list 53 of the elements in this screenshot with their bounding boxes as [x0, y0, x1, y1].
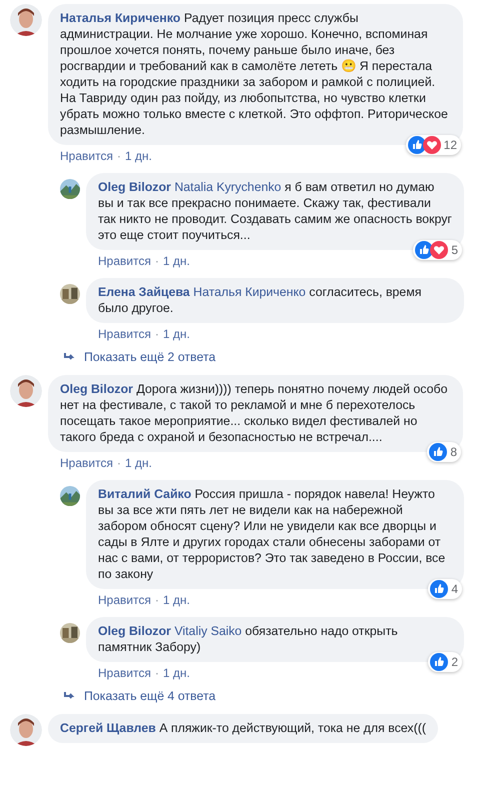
- reply-arrow-icon: [64, 691, 76, 701]
- timestamp-link[interactable]: 1 дн.: [162, 253, 190, 269]
- reactions-badge[interactable]: 5: [413, 240, 462, 260]
- show-more-replies-link[interactable]: Показать ещё 2 ответа: [84, 349, 216, 365]
- like-icon: [429, 443, 448, 461]
- timestamp-link[interactable]: 1 дн.: [162, 326, 190, 342]
- author-link[interactable]: Oleg Bilozor: [60, 382, 133, 396]
- separator-dot: ·: [154, 326, 159, 342]
- timestamp-link[interactable]: 1 дн.: [124, 455, 152, 471]
- like-link[interactable]: Нравится: [98, 253, 151, 269]
- author-link[interactable]: Oleg Bilozor: [98, 180, 171, 194]
- separator-dot: ·: [154, 665, 159, 681]
- mention-link[interactable]: Natalia Kyrychenko: [174, 180, 282, 194]
- separator-dot: ·: [116, 455, 121, 471]
- like-link[interactable]: Нравится: [60, 455, 113, 471]
- like-icon: [430, 653, 448, 671]
- reactions-badge[interactable]: 12: [406, 135, 461, 155]
- separator-dot: ·: [154, 592, 159, 608]
- comment-text: Сергей Щавлев А пляжик-то действующий, тока не для всех(((: [60, 720, 426, 736]
- like-link[interactable]: Нравится: [98, 665, 151, 681]
- comment-text: Oleg Bilozor Дорога жизни)))) теперь понятно почему людей особо нет на фестивале, с такой то рекламой и мне б перехотелось посещать такое мероприятие... сколько видел фестивалей но такого бреда с охраной и безопасностью не встречал....: [60, 381, 448, 445]
- reaction-count: 5: [451, 242, 458, 258]
- reaction-count: 8: [450, 444, 457, 460]
- reaction-count: 12: [444, 137, 457, 153]
- author-link[interactable]: Виталий Сайко: [98, 487, 192, 501]
- like-link[interactable]: Нравится: [98, 592, 151, 608]
- like-icon: [430, 580, 448, 598]
- reactions-badge[interactable]: 8: [427, 442, 461, 462]
- comment-text: Oleg Bilozor Vitaliy Saiko обязательно надо открыть памятник Забору): [98, 623, 399, 655]
- timestamp-link[interactable]: 1 дн.: [162, 665, 190, 681]
- author-link[interactable]: Oleg Bilozor: [98, 624, 171, 638]
- reaction-count: 2: [451, 654, 458, 670]
- like-link[interactable]: Нравится: [98, 326, 151, 342]
- comment-text: Наталья Кириченко Радует позиция пресс службы администрации. Не молчание уже хорошо. Конечно, вспоминая прошлое хочется понять, почему раньше было иначе, без росгвардии и требований как в самолёте лететь 😬 Я перестала ходить на городские праздники за забором и рамкой с полицией. На Тавриду один раз пойду, из любопытства, но чувство клетки убрать можно только вместе с клеткой. Это оффтоп. Риторическое размышление.: [60, 10, 449, 138]
- separator-dot: ·: [116, 148, 121, 164]
- author-link[interactable]: Сергей Щавлев: [60, 721, 156, 735]
- comment-text: Елена Зайцева Наталья Кириченко согласитесь, время было другое.: [98, 284, 422, 316]
- comment-text: Виталий Сайко Россия пришла - порядок навела! Неужто вы за все жти пять лет не видели как на набережной забором обносят сцену? Или не увидели как все дворцы и сады в Ялте и других городах стали обнесены заборами от нас с вами, от террористов? Это так заведено в России, все по закону: [98, 486, 446, 582]
- author-link[interactable]: Наталья Кириченко: [60, 11, 181, 25]
- reaction-count: 4: [451, 581, 458, 597]
- like-icon: [408, 136, 426, 154]
- reactions-badge[interactable]: 4: [428, 579, 462, 599]
- show-more-replies-link[interactable]: Показать ещё 4 ответа: [84, 688, 216, 704]
- reactions-badge[interactable]: 2: [428, 652, 462, 672]
- timestamp-link[interactable]: 1 дн.: [124, 148, 152, 164]
- timestamp-link[interactable]: 1 дн.: [162, 592, 190, 608]
- mention-link[interactable]: Наталья Кириченко: [193, 285, 306, 299]
- like-link[interactable]: Нравится: [60, 148, 113, 164]
- mention-link[interactable]: Vitaliy Saiko: [174, 624, 242, 638]
- reply-arrow-icon: [64, 352, 76, 362]
- author-link[interactable]: Елена Зайцева: [98, 285, 190, 299]
- separator-dot: ·: [154, 253, 159, 269]
- comment-text: Oleg Bilozor Natalia Kyrychenko я б вам ответил но думаю вы и так все прекрасно понимаете. Скажу так, фестивали так никто не проводит. Создавать самим же опасность вокруг это еще стоит поучиться...: [98, 179, 452, 243]
